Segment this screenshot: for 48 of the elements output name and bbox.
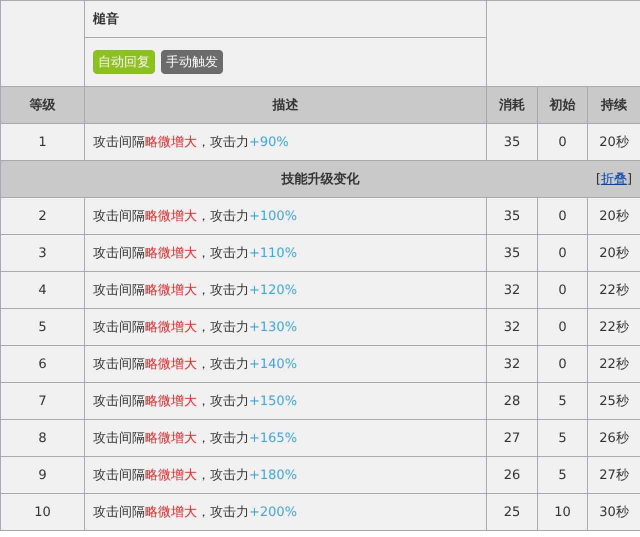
table-cell: 10 — [0, 494, 84, 530]
skill-description: 攻击间隔略微增大，攻击力+140% — [93, 357, 298, 372]
table-cell: 10 — [538, 494, 588, 530]
table-cell: 32 — [486, 308, 538, 346]
column-header: 等级 — [0, 86, 84, 124]
table-cell: 32 — [486, 272, 538, 308]
skill-tag: 自动回复 — [93, 50, 155, 74]
table-cell: 0 — [538, 346, 588, 382]
skill-description: 攻击间隔略微增大，攻击力+110% — [93, 246, 298, 261]
skill-description: 攻击间隔略微增大，攻击力+165% — [93, 431, 298, 446]
table-cell: 2 — [0, 198, 84, 234]
table-cell: 9 — [0, 456, 84, 494]
column-header: 初始 — [538, 86, 588, 124]
table-cell: 5 — [538, 382, 588, 420]
skill-name: 槌音 — [84, 0, 486, 38]
skill-description: 攻击间隔略微增大，攻击力+150% — [93, 394, 298, 409]
table-cell: 0 — [538, 272, 588, 308]
table-cell: 28 — [486, 382, 538, 420]
bracket-text: [ — [596, 172, 601, 187]
table-cell: 5 — [0, 308, 84, 346]
skill-tag: 手动触发 — [161, 50, 223, 74]
table-cell: 6 — [0, 346, 84, 382]
skill-description: 攻击间隔略微增大，攻击力+180% — [93, 468, 298, 483]
bracket-text: ] — [626, 172, 632, 187]
column-header: 描述 — [84, 86, 486, 124]
skill-description: 攻击间隔略微增大，攻击力+120% — [93, 283, 298, 298]
table-cell: 0 — [538, 308, 588, 346]
section-title: 技能升级变化 — [282, 172, 360, 187]
table-cell: 5 — [538, 420, 588, 456]
table-cell: 26 — [486, 456, 538, 494]
column-header: 消耗 — [486, 86, 538, 124]
table-cell: 35 — [486, 198, 538, 234]
table-cell: 27 — [486, 420, 538, 456]
table-cell: 32 — [486, 346, 538, 382]
table-cell: 7 — [0, 382, 84, 420]
table-cell: 8 — [0, 420, 84, 456]
collapse-link[interactable]: 折叠 — [600, 172, 627, 187]
table-cell: 0 — [538, 234, 588, 272]
table-cell: 3 — [0, 234, 84, 272]
skill-description: 攻击间隔略微增大，攻击力+130% — [93, 320, 298, 335]
table-cell: 0 — [538, 198, 588, 234]
skill-description: 攻击间隔略微增大，攻击力+200% — [93, 505, 298, 520]
table-cell: 35 — [486, 234, 538, 272]
table-cell: 5 — [538, 456, 588, 494]
table-cell: 4 — [0, 272, 84, 308]
table-cell: 25 — [486, 494, 538, 530]
skill-description: 攻击间隔略微增大，攻击力+90% — [93, 135, 289, 150]
skill-description: 攻击间隔略微增大，攻击力+100% — [93, 209, 298, 224]
